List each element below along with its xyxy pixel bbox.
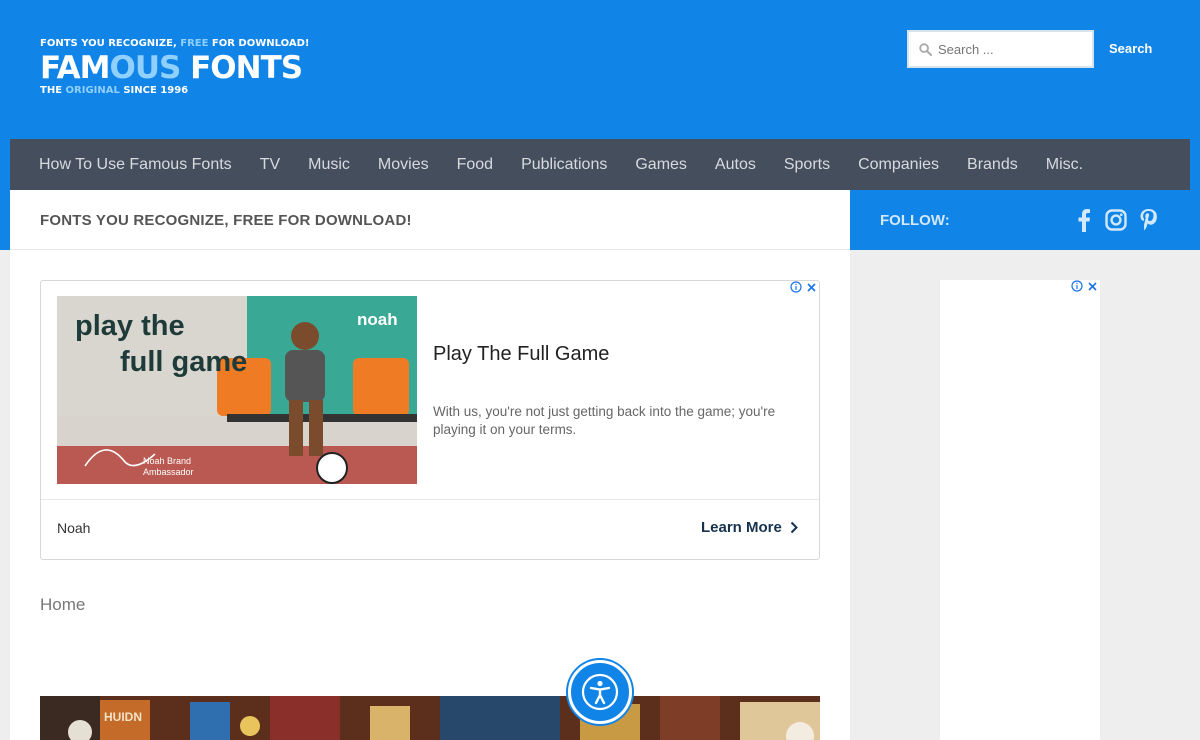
ad-advertiser: Noah: [57, 520, 91, 536]
follow-bar: FOLLOW:: [850, 190, 1200, 250]
follow-label: FOLLOW:: [880, 212, 950, 229]
ad-description: With us, you're not just getting back in…: [433, 404, 776, 437]
nav-item-music[interactable]: Music: [294, 156, 364, 174]
nav-item-sports[interactable]: Sports: [770, 156, 844, 174]
accessibility-icon: [581, 673, 619, 711]
main-nav: How To Use Famous Fonts TV Music Movies …: [10, 139, 1190, 190]
accessibility-button[interactable]: [568, 660, 632, 724]
logo-wordmark: FAMOUS FONTS: [40, 50, 303, 86]
ad-image-caption: Noah Brand Ambassador: [143, 456, 194, 477]
close-icon[interactable]: [806, 282, 817, 293]
breadcrumb[interactable]: Home: [40, 595, 85, 615]
search-button[interactable]: Search: [1109, 41, 1152, 56]
info-icon[interactable]: [1071, 280, 1083, 292]
chevron-right-icon: [790, 521, 798, 534]
nav-item-tv[interactable]: TV: [246, 156, 294, 174]
nav-item-movies[interactable]: Movies: [364, 156, 443, 174]
page-title: FONTS YOU RECOGNIZE, FREE FOR DOWNLOAD!: [10, 190, 850, 250]
ad-image-headline: play the full game: [75, 310, 248, 378]
instagram-icon[interactable]: [1103, 207, 1129, 233]
main-content: FONTS YOU RECOGNIZE, FREE FOR DOWNLOAD!: [10, 190, 850, 740]
ad-choices[interactable]: [790, 281, 817, 293]
search-icon: [919, 42, 932, 56]
logo-since: THE ORIGINAL SINCE 1996: [40, 85, 189, 96]
ad-image[interactable]: play the full game noah Noah Brand Ambas…: [57, 296, 417, 484]
site-logo[interactable]: FONTS YOU RECOGNIZE, FREE FOR DOWNLOAD! …: [40, 38, 309, 96]
sidebar-ad-choices[interactable]: [1071, 280, 1098, 292]
close-icon[interactable]: [1087, 281, 1098, 292]
pinterest-icon[interactable]: [1135, 207, 1161, 233]
nav-item-games[interactable]: Games: [621, 156, 701, 174]
ad-image-logo: noah: [357, 310, 398, 329]
nav-item-publications[interactable]: Publications: [507, 156, 621, 174]
ad-divider: [41, 499, 819, 500]
learn-more-label: Learn More: [701, 519, 782, 536]
nav-item-companies[interactable]: Companies: [844, 156, 953, 174]
ad-card[interactable]: play the full game noah Noah Brand Ambas…: [40, 280, 820, 560]
nav-item-misc[interactable]: Misc.: [1032, 156, 1097, 174]
info-icon[interactable]: [790, 281, 802, 293]
banner-artwork: [40, 696, 820, 740]
search-input[interactable]: [938, 41, 1078, 57]
nav-item-brands[interactable]: Brands: [953, 156, 1032, 174]
sidebar-ad[interactable]: [940, 280, 1100, 740]
nav-item-autos[interactable]: Autos: [701, 156, 770, 174]
nav-item-food[interactable]: Food: [443, 156, 507, 174]
ad-title[interactable]: Play The Full Game: [433, 343, 609, 366]
banner-text: HUIDN: [104, 710, 142, 724]
search-field[interactable]: [907, 30, 1094, 68]
featured-banner-image[interactable]: HUIDN: [40, 696, 820, 740]
nav-item-how-to-use[interactable]: How To Use Famous Fonts: [25, 156, 246, 174]
facebook-icon[interactable]: [1071, 207, 1097, 233]
logo-tagline: FONTS YOU RECOGNIZE, FREE FOR DOWNLOAD!: [40, 38, 310, 49]
learn-more-button[interactable]: Learn More: [701, 519, 798, 536]
